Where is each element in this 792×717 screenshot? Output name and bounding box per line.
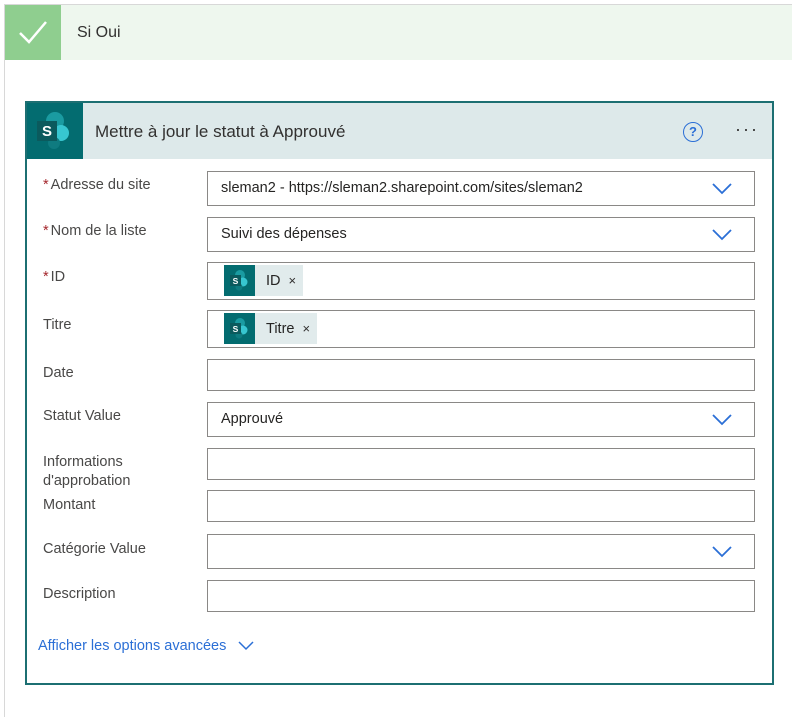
sharepoint-icon: S xyxy=(27,103,83,159)
status-value-dropdown[interactable]: Approuvé xyxy=(207,402,755,437)
amount-input[interactable] xyxy=(207,490,755,522)
date-label: Date xyxy=(43,365,74,381)
id-field[interactable]: S ID × xyxy=(207,262,755,300)
approval-info-label: Informations d'approbation xyxy=(43,454,131,489)
description-input[interactable] xyxy=(207,580,755,612)
help-icon[interactable]: ? xyxy=(683,122,703,142)
category-value-label: Catégorie Value xyxy=(43,541,146,557)
category-value-dropdown[interactable] xyxy=(207,534,755,569)
branch-title: Si Oui xyxy=(77,24,121,41)
condition-yes-header[interactable]: Si Oui xyxy=(5,5,792,60)
update-item-action-card: S Mettre à jour le statut à Approuvé ? ·… xyxy=(25,101,774,685)
title-dynamic-token[interactable]: S Titre × xyxy=(224,313,318,344)
chevron-down-icon xyxy=(712,182,732,194)
checkmark-icon xyxy=(5,5,61,60)
date-input[interactable] xyxy=(207,359,755,391)
sharepoint-icon: S xyxy=(224,265,255,296)
chevron-down-icon xyxy=(712,413,732,425)
svg-text:S: S xyxy=(42,123,52,140)
show-advanced-options-link[interactable]: Afficher les options avancées xyxy=(38,638,254,654)
title-label: Titre xyxy=(43,317,72,333)
card-title: Mettre à jour le statut à Approuvé xyxy=(95,122,346,141)
card-header[interactable]: S Mettre à jour le statut à Approuvé ? ·… xyxy=(27,103,772,159)
id-label: * ID xyxy=(43,269,66,285)
status-value-label: Statut Value xyxy=(43,408,121,424)
title-field[interactable]: S Titre × xyxy=(207,310,755,348)
description-label: Description xyxy=(43,586,116,602)
list-name-label: * Nom de la liste xyxy=(43,223,147,239)
id-dynamic-token[interactable]: S ID × xyxy=(224,265,304,296)
chevron-down-icon xyxy=(238,641,254,651)
more-options-icon[interactable]: ··· xyxy=(731,119,763,143)
amount-label: Montant xyxy=(43,497,96,513)
site-address-label: * Adresse du site xyxy=(43,177,151,193)
remove-token-icon[interactable]: × xyxy=(302,321,310,336)
chevron-down-icon xyxy=(712,228,732,240)
approval-info-input[interactable] xyxy=(207,448,755,480)
chevron-down-icon xyxy=(712,545,732,557)
svg-text:S: S xyxy=(233,276,239,286)
site-address-dropdown[interactable]: sleman2 - https://sleman2.sharepoint.com… xyxy=(207,171,755,206)
sharepoint-icon: S xyxy=(224,313,255,344)
remove-token-icon[interactable]: × xyxy=(289,273,297,288)
list-name-dropdown[interactable]: Suivi des dépenses xyxy=(207,217,755,252)
svg-text:S: S xyxy=(233,324,239,334)
